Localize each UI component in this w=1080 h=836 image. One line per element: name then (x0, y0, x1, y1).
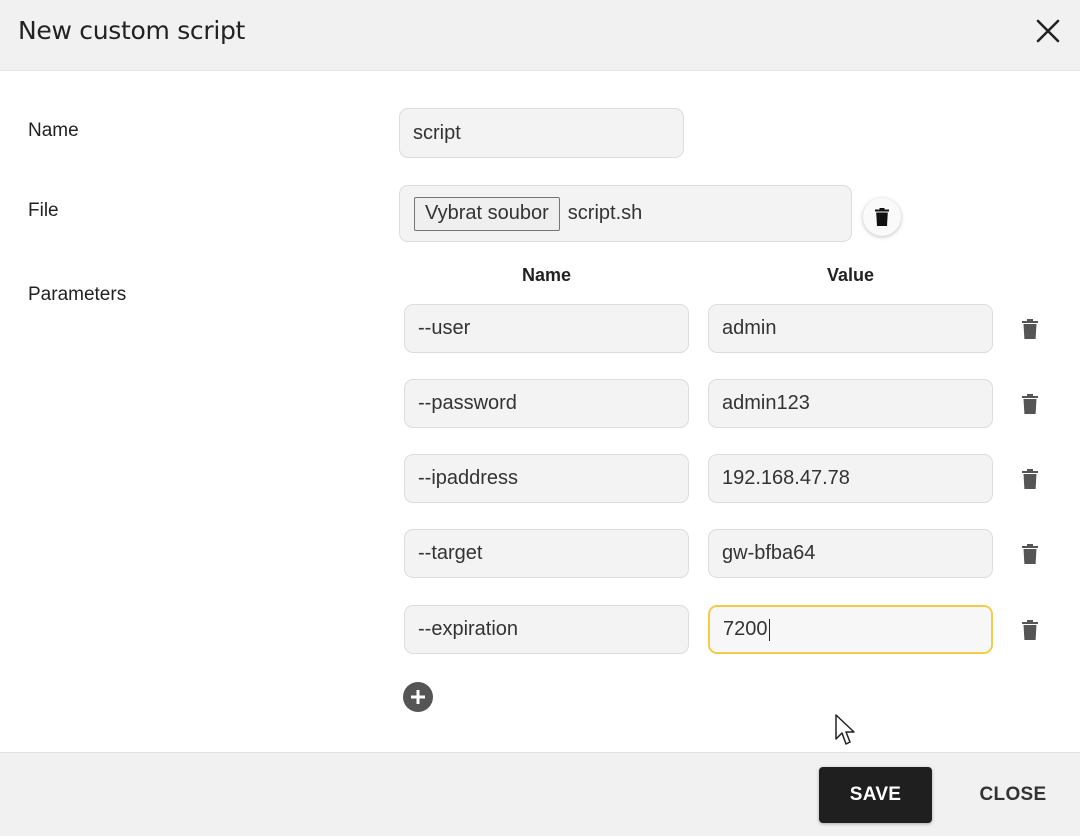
param-name-value: --password (418, 392, 517, 414)
plus-icon (411, 690, 425, 704)
parameters-label: Parameters (28, 284, 127, 305)
text-caret (768, 618, 770, 641)
trash-icon (1022, 620, 1038, 640)
trash-icon (875, 208, 889, 226)
save-button[interactable]: SAVE (819, 767, 932, 823)
dialog-title: New custom script (18, 16, 246, 45)
name-label: Name (28, 120, 79, 141)
file-input[interactable]: Vybrat soubor script.sh (399, 185, 852, 242)
file-name: script.sh (567, 202, 643, 224)
param-delete-button[interactable] (1018, 465, 1042, 493)
dialog-header: New custom script (0, 0, 1080, 71)
mouse-cursor-icon (835, 714, 855, 745)
param-value-input[interactable]: gw-bfba64 (708, 529, 993, 578)
param-value-value: admin (722, 317, 777, 339)
param-value-input[interactable]: admin (708, 304, 993, 353)
add-parameter-button[interactable] (403, 682, 433, 712)
param-value-value: admin123 (722, 392, 810, 414)
trash-icon (1022, 319, 1038, 339)
param-name-value: --ipaddress (418, 467, 519, 489)
param-delete-button[interactable] (1018, 616, 1042, 644)
param-name-value: --expiration (418, 618, 519, 640)
param-value-input-focused[interactable]: 7200 (708, 605, 993, 654)
param-name-input[interactable]: --password (404, 379, 689, 428)
param-value-value: gw-bfba64 (722, 542, 816, 564)
param-name-input[interactable]: --user (404, 304, 689, 353)
trash-icon (1022, 394, 1038, 414)
choose-file-button[interactable]: Vybrat soubor (414, 196, 560, 231)
file-delete-button[interactable] (863, 198, 901, 236)
param-name-input[interactable]: --ipaddress (404, 454, 689, 503)
trash-icon (1022, 544, 1038, 564)
param-name-value: --user (418, 317, 471, 339)
param-value-value: 7200 (723, 618, 768, 640)
param-value-value: 192.168.47.78 (722, 467, 850, 489)
name-input[interactable]: script (399, 108, 684, 158)
param-name-value: --target (418, 542, 483, 564)
param-delete-button[interactable] (1018, 315, 1042, 343)
close-icon[interactable] (1034, 17, 1062, 45)
param-delete-button[interactable] (1018, 540, 1042, 568)
param-value-input[interactable]: 192.168.47.78 (708, 454, 993, 503)
trash-icon (1022, 469, 1038, 489)
param-delete-button[interactable] (1018, 390, 1042, 418)
param-name-column-header: Name (521, 265, 572, 285)
file-label: File (28, 200, 59, 221)
name-input-value: script (413, 121, 461, 144)
param-value-input[interactable]: admin123 (708, 379, 993, 428)
close-button[interactable]: CLOSE (963, 767, 1063, 823)
param-value-column-header: Value (826, 265, 875, 285)
param-name-input[interactable]: --target (404, 529, 689, 578)
param-name-input[interactable]: --expiration (404, 605, 689, 654)
